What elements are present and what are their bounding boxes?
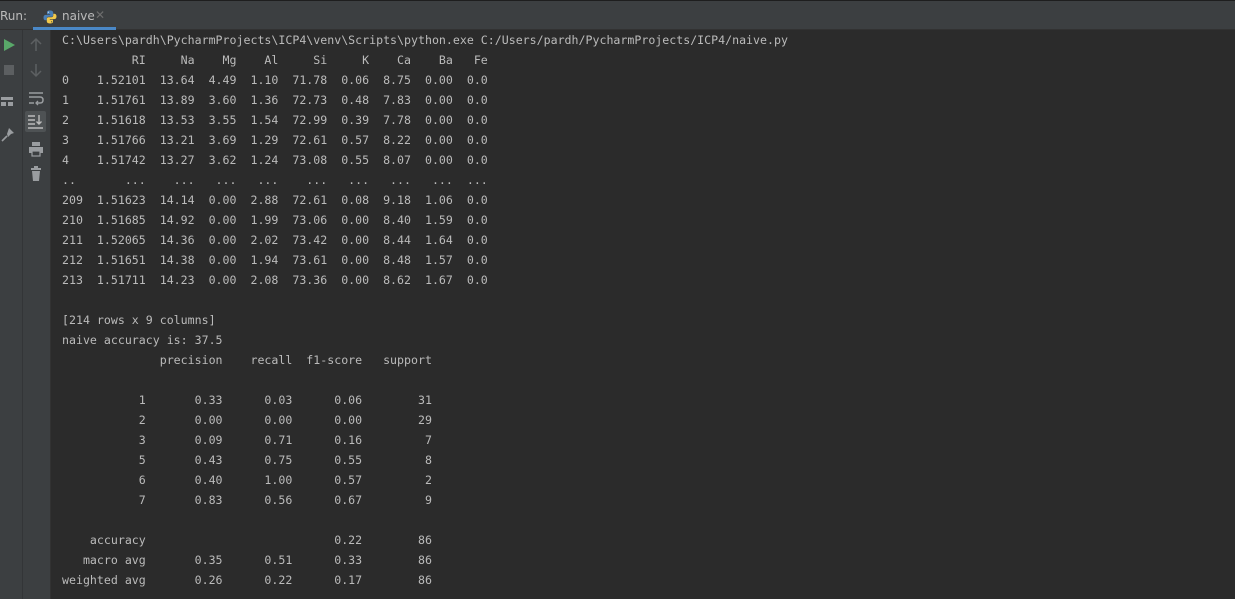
play-icon[interactable] xyxy=(0,35,20,55)
tab-naive[interactable]: naive ✕ xyxy=(33,1,116,30)
dataframe-row: 209 1.51623 14.14 0.00 2.88 72.61 0.08 9… xyxy=(62,193,488,207)
soft-wrap-icon[interactable] xyxy=(26,88,46,108)
toolbar-separator xyxy=(22,30,23,599)
dataframe-row: 213 1.51711 14.23 0.00 2.08 73.36 0.00 8… xyxy=(62,273,488,287)
python-icon xyxy=(43,9,57,24)
report-row: 7 0.83 0.56 0.67 9 xyxy=(62,493,432,507)
print-icon[interactable] xyxy=(26,139,46,159)
close-icon[interactable]: ✕ xyxy=(95,8,105,22)
run-label: Run: xyxy=(0,9,28,23)
stop-icon[interactable] xyxy=(0,60,20,80)
dataframe-row: 4 1.51742 13.27 3.62 1.24 73.08 0.55 8.0… xyxy=(62,153,488,167)
report-row: 2 0.00 0.00 0.00 29 xyxy=(62,413,432,427)
report-row: 5 0.43 0.75 0.55 8 xyxy=(62,453,432,467)
pin-icon[interactable] xyxy=(0,125,20,145)
dataframe-row: 210 1.51685 14.92 0.00 1.99 73.06 0.00 8… xyxy=(62,213,488,227)
report-summary-row: weighted avg 0.26 0.22 0.17 86 xyxy=(62,573,432,587)
report-row: 6 0.40 1.00 0.57 2 xyxy=(62,473,432,487)
dataframe-row: 3 1.51766 13.21 3.69 1.29 72.61 0.57 8.2… xyxy=(62,133,488,147)
dataframe-header: RI Na Mg Al Si K Ca Ba Fe xyxy=(62,53,488,67)
console-line-command: C:\Users\pardh\PycharmProjects\ICP4\venv… xyxy=(62,33,788,47)
run-tab-bar: Run: naive ✕ xyxy=(0,1,1235,30)
dataframe-shape: [214 rows x 9 columns] xyxy=(62,313,216,327)
up-arrow-icon[interactable] xyxy=(26,35,46,55)
scroll-to-end-icon[interactable] xyxy=(25,111,46,132)
console-output[interactable]: C:\Users\pardh\PycharmProjects\ICP4\venv… xyxy=(51,30,1235,599)
dataframe-row: 2 1.51618 13.53 3.55 1.54 72.99 0.39 7.7… xyxy=(62,113,488,127)
dataframe-row: 0 1.52101 13.64 4.49 1.10 71.78 0.06 8.7… xyxy=(62,73,488,87)
report-header: precision recall f1-score support xyxy=(62,353,432,367)
dataframe-row: 211 1.52065 14.36 0.00 2.02 73.42 0.00 8… xyxy=(62,233,488,247)
layout-icon[interactable] xyxy=(0,92,20,112)
report-row: 3 0.09 0.71 0.16 7 xyxy=(62,433,432,447)
dataframe-ellipsis-row: .. ... ... ... ... ... ... ... ... ... xyxy=(62,173,488,187)
report-summary-row: accuracy 0.22 86 xyxy=(62,533,432,547)
tab-label: naive xyxy=(62,9,95,23)
report-row: 1 0.33 0.03 0.06 31 xyxy=(62,393,432,407)
trash-icon[interactable] xyxy=(26,164,46,184)
dataframe-row: 212 1.51651 14.38 0.00 1.94 73.61 0.00 8… xyxy=(62,253,488,267)
run-toolbar xyxy=(0,30,51,599)
report-summary-row: macro avg 0.35 0.51 0.33 86 xyxy=(62,553,432,567)
dataframe-row: 1 1.51761 13.89 3.60 1.36 72.73 0.48 7.8… xyxy=(62,93,488,107)
accuracy-line: naive accuracy is: 37.5 xyxy=(62,333,223,347)
down-arrow-icon[interactable] xyxy=(26,60,46,80)
